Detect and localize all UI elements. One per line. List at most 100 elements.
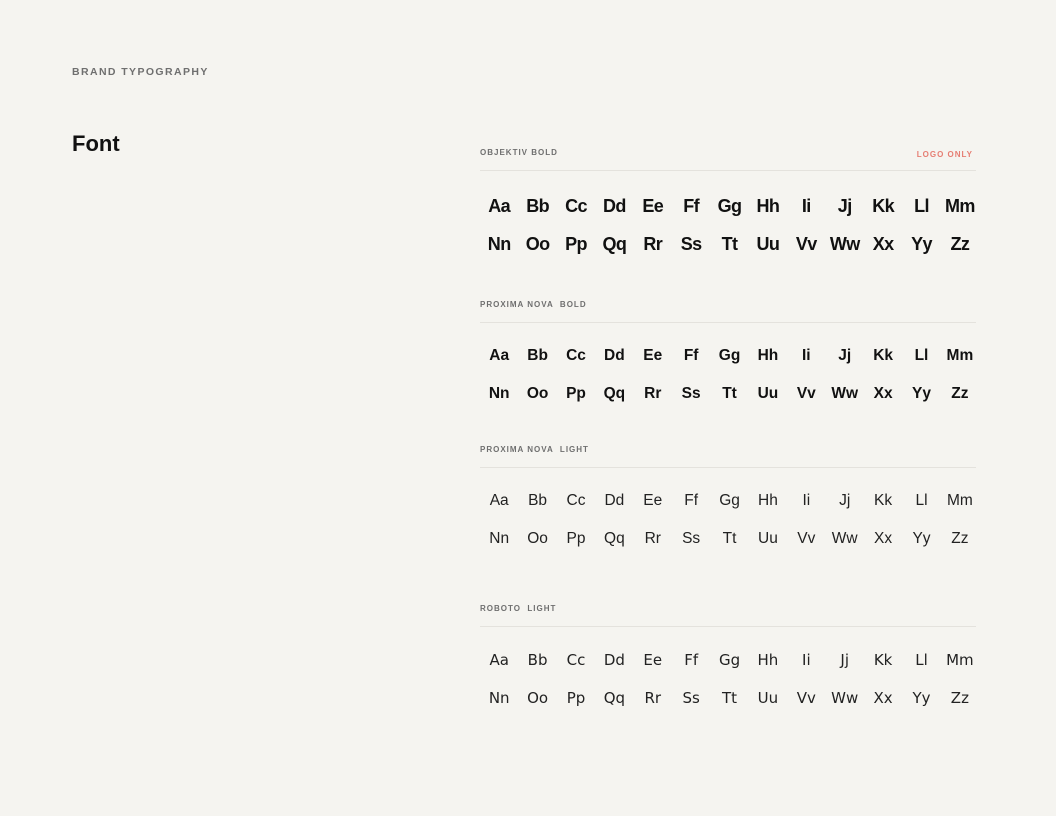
glyph-sample: Ww xyxy=(829,233,860,254)
glyph-row: Nn Oo Pp Qq Rr Ss Tt Uu Vv Ww Xx Yy Zz xyxy=(480,225,976,263)
font-block-proxima-nova-light: PROXIMA NOVA LIGHT Aa Bb Cc Dd Ee Ff Gg Hh Ii Jj K… xyxy=(480,445,976,558)
glyph-sample: Dd xyxy=(604,347,625,364)
glyph-sample: Nn xyxy=(488,385,510,402)
glyph-sample: Mm xyxy=(946,492,973,509)
glyph-sample: Bb xyxy=(526,195,549,216)
glyph-sample: Ff xyxy=(684,492,699,509)
glyph-sample: Ff xyxy=(683,347,699,364)
font-block-header: OBJEKTIV BOLD LOGO ONLY xyxy=(480,148,976,171)
glyph-grid: Aa Bb Cc Dd Ee Ff Gg Hh Ii Jj Kk Ll Mm Nn Oo Pp Qq Rr Ss Tt… xyxy=(480,468,976,558)
glyph-sample: Rr xyxy=(643,233,663,254)
glyph-sample: Ee xyxy=(643,651,663,669)
glyph-sample: Vv xyxy=(797,530,816,547)
glyph-sample: Gg xyxy=(717,195,742,216)
glyph-sample: Pp xyxy=(565,233,587,254)
glyph-row: Aa Bb Cc Dd Ee Ff Gg Hh Ii Jj Kk Ll Mm xyxy=(480,337,976,375)
glyph-sample: Rr xyxy=(644,385,662,402)
glyph-sample: Gg xyxy=(719,492,740,509)
glyph-sample: Mm xyxy=(946,651,974,669)
font-name-label: PROXIMA NOVA BOLD xyxy=(480,300,587,309)
glyph-sample: Aa xyxy=(489,347,510,364)
glyph-sample: Uu xyxy=(756,233,780,254)
glyph-sample: Oo xyxy=(525,233,550,254)
glyph-sample: Pp xyxy=(566,385,586,402)
font-name-label: OBJEKTIV BOLD xyxy=(480,148,558,157)
glyph-sample: Aa xyxy=(489,651,509,669)
glyph-sample: Jj xyxy=(839,492,851,509)
glyph-sample: Xx xyxy=(874,530,893,547)
glyph-sample: Jj xyxy=(838,347,852,364)
glyph-sample: Cc xyxy=(565,195,587,216)
glyph-sample: Ee xyxy=(643,347,663,364)
font-block-header: PROXIMA NOVA LIGHT xyxy=(480,445,976,468)
font-block-header: PROXIMA NOVA BOLD xyxy=(480,300,976,323)
glyph-sample: Ll xyxy=(915,651,928,669)
glyph-sample: Yy xyxy=(912,530,931,547)
usage-note: LOGO ONLY xyxy=(916,150,973,159)
glyph-row: Nn Oo Pp Qq Rr Ss Tt Uu Vv Ww Xx Yy Zz xyxy=(480,520,976,558)
glyph-sample: Qq xyxy=(603,689,626,707)
glyph-sample: Xx xyxy=(873,689,893,707)
glyph-sample: Bb xyxy=(527,651,548,669)
glyph-sample: Ww xyxy=(831,530,858,547)
glyph-sample: Ww xyxy=(831,689,859,707)
glyph-sample: Xx xyxy=(872,233,894,254)
glyph-sample: Gg xyxy=(718,347,741,364)
page-eyebrow: BRAND TYPOGRAPHY xyxy=(72,66,209,78)
glyph-sample: Ss xyxy=(682,530,701,547)
font-block-roboto-light: ROBOTO LIGHT Aa Bb Cc Dd Ee Ff Gg Hh Ii Jj Kk Ll Mm N… xyxy=(480,604,976,717)
glyph-sample: Yy xyxy=(911,233,932,254)
glyph-sample: Zz xyxy=(951,530,969,547)
glyph-sample: Hh xyxy=(756,195,780,216)
glyph-sample: Rr xyxy=(644,530,661,547)
glyph-sample: Cc xyxy=(566,492,586,509)
glyph-sample: Oo xyxy=(527,689,549,707)
glyph-sample: Jj xyxy=(840,651,849,669)
glyph-sample: Kk xyxy=(873,347,894,364)
glyph-sample: Nn xyxy=(488,689,510,707)
glyph-sample: Aa xyxy=(488,195,511,216)
glyph-sample: Zz xyxy=(951,385,969,402)
glyph-sample: Vv xyxy=(796,385,816,402)
glyph-sample: Kk xyxy=(872,195,894,216)
glyph-sample: Uu xyxy=(757,689,779,707)
glyph-sample: Ww xyxy=(831,385,859,402)
font-name-label: ROBOTO LIGHT xyxy=(480,604,557,613)
glyph-sample: Vv xyxy=(795,233,817,254)
font-name-label: PROXIMA NOVA LIGHT xyxy=(480,445,589,454)
glyph-sample: Cc xyxy=(566,347,586,364)
glyph-sample: Gg xyxy=(718,651,741,669)
glyph-sample: Pp xyxy=(566,689,586,707)
glyph-sample: Tt xyxy=(722,530,737,547)
glyph-sample: Pp xyxy=(566,530,586,547)
glyph-sample: Ee xyxy=(642,195,664,216)
glyph-sample: Ii xyxy=(802,651,811,669)
glyph-sample: Ff xyxy=(683,195,700,216)
glyph-sample: Ss xyxy=(682,689,700,707)
glyph-sample: Aa xyxy=(489,492,509,509)
glyph-sample: Ll xyxy=(914,195,929,216)
glyph-row: Aa Bb Cc Dd Ee Ff Gg Hh Ii Jj Kk Ll Mm xyxy=(480,641,976,679)
glyph-sample: Ee xyxy=(643,492,663,509)
glyph-sample: Dd xyxy=(604,492,625,509)
glyph-sample: Ss xyxy=(681,385,701,402)
glyph-sample: Xx xyxy=(873,385,893,402)
glyph-sample: Kk xyxy=(873,651,893,669)
glyph-grid: Aa Bb Cc Dd Ee Ff Gg Hh Ii Jj Kk Ll Mm Nn Oo Pp Qq Rr Ss Tt… xyxy=(480,323,976,413)
glyph-sample: Ll xyxy=(914,347,929,364)
glyph-grid: Aa Bb Cc Dd Ee Ff Gg Hh Ii Jj Kk Ll Mm Nn Oo Pp Qq Rr Ss Tt… xyxy=(480,627,976,717)
glyph-sample: Qq xyxy=(604,530,625,547)
glyph-row: Aa Bb Cc Dd Ee Ff Gg Hh Ii Jj Kk Ll Mm xyxy=(480,482,976,520)
glyph-sample: Hh xyxy=(757,651,779,669)
glyph-sample: Ii xyxy=(802,492,811,509)
glyph-sample: Ii xyxy=(801,195,811,216)
glyph-sample: Zz xyxy=(950,689,969,707)
glyph-sample: Ss xyxy=(680,233,702,254)
glyph-sample: Tt xyxy=(721,233,738,254)
glyph-sample: Nn xyxy=(489,530,510,547)
glyph-sample: Oo xyxy=(526,385,549,402)
glyph-sample: Ff xyxy=(684,651,699,669)
glyph-row: Nn Oo Pp Qq Rr Ss Tt Uu Vv Ww Xx Yy Zz xyxy=(480,375,976,413)
glyph-sample: Kk xyxy=(874,492,893,509)
glyph-sample: Vv xyxy=(796,689,816,707)
